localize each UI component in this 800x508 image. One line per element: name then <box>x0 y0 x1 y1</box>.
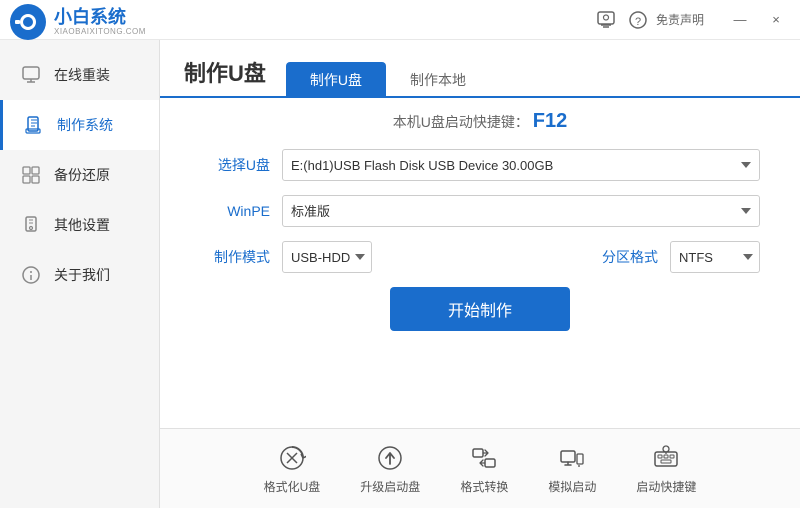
content-area: 制作U盘 制作U盘 制作本地 本机U盘启动快捷键： F12 选择U盘 E:(hd… <box>160 40 800 508</box>
tool-format-convert[interactable]: 格式转换 <box>460 442 508 495</box>
svg-text:?: ? <box>635 16 641 28</box>
sidebar-label-online-reinstall: 在线重装 <box>54 65 110 85</box>
tool-upgrade-boot[interactable]: 升级启动盘 <box>360 442 420 495</box>
format-usb-icon <box>276 442 308 474</box>
tool-format-convert-label: 格式转换 <box>460 478 508 495</box>
make-system-icon <box>23 114 45 136</box>
page-title: 制作U盘 <box>184 56 266 96</box>
tool-format-usb[interactable]: 格式化U盘 <box>264 442 321 495</box>
winpe-select-wrap: 标准版 <box>282 195 760 227</box>
tab-make-local[interactable]: 制作本地 <box>386 62 490 98</box>
title-bar: 小白系统 XIAOBAIXITONG.COM ? 免责声明 — × <box>0 0 800 40</box>
usb-select-wrap: E:(hd1)USB Flash Disk USB Device 30.00GB <box>282 149 760 181</box>
winpe-label: WinPE <box>200 203 270 219</box>
free-disclaimer[interactable]: 免责声明 <box>656 11 704 28</box>
tab-make-usb[interactable]: 制作U盘 <box>286 62 386 98</box>
logo-area: 小白系统 XIAOBAIXITONG.COM <box>10 4 146 40</box>
tool-boot-shortcut-label: 启动快捷键 <box>636 478 696 495</box>
main-layout: 在线重装 制作系统 备份还原 <box>0 40 800 508</box>
page-header: 制作U盘 制作U盘 制作本地 <box>160 40 800 98</box>
help-icon[interactable]: ? <box>624 6 652 34</box>
sidebar-item-other-settings[interactable]: 其他设置 <box>0 200 159 250</box>
tool-simulate-boot[interactable]: 模拟启动 <box>548 442 596 495</box>
sidebar-label-make-system: 制作系统 <box>57 115 113 135</box>
usb-label: 选择U盘 <box>200 155 270 175</box>
about-us-icon <box>20 264 42 286</box>
sidebar-label-about-us: 关于我们 <box>54 265 110 285</box>
online-reinstall-icon <box>20 64 42 86</box>
mode-select[interactable]: USB-HDD <box>282 241 372 273</box>
usb-select-row: 选择U盘 E:(hd1)USB Flash Disk USB Device 30… <box>200 149 760 181</box>
logo-subtitle: XIAOBAIXITONG.COM <box>54 27 146 36</box>
start-button[interactable]: 开始制作 <box>390 287 570 331</box>
shortcut-hint: 本机U盘启动快捷键： F12 <box>200 110 760 133</box>
tool-simulate-boot-label: 模拟启动 <box>548 478 596 495</box>
sidebar-label-other-settings: 其他设置 <box>54 215 110 235</box>
winpe-row: WinPE 标准版 <box>200 195 760 227</box>
partition-label: 分区格式 <box>602 247 658 267</box>
winpe-select[interactable]: 标准版 <box>282 195 760 227</box>
minimize-button[interactable]: — <box>724 6 756 34</box>
tool-format-usb-label: 格式化U盘 <box>264 478 321 495</box>
mode-partition-row: 制作模式 USB-HDD 分区格式 NTFS <box>200 241 760 273</box>
sidebar-label-backup-restore: 备份还原 <box>54 165 110 185</box>
logo-text: 小白系统 XIAOBAIXITONG.COM <box>54 8 146 37</box>
upgrade-boot-icon <box>374 442 406 474</box>
sidebar-item-about-us[interactable]: 关于我们 <box>0 250 159 300</box>
logo-icon <box>10 4 46 40</box>
other-settings-icon <box>20 214 42 236</box>
mode-group: 制作模式 USB-HDD <box>200 241 590 273</box>
logo-title: 小白系统 <box>54 8 146 28</box>
mode-label: 制作模式 <box>200 247 270 267</box>
tabs: 制作U盘 制作本地 <box>286 60 490 96</box>
simulate-boot-icon <box>556 442 588 474</box>
usb-select[interactable]: E:(hd1)USB Flash Disk USB Device 30.00GB <box>282 149 760 181</box>
sidebar-item-online-reinstall[interactable]: 在线重装 <box>0 50 159 100</box>
format-convert-icon <box>468 442 500 474</box>
close-button[interactable]: × <box>760 6 792 34</box>
sidebar: 在线重装 制作系统 备份还原 <box>0 40 160 508</box>
titlebar-actions: ? 免责声明 — × <box>592 6 792 34</box>
partition-group: 分区格式 NTFS <box>602 241 760 273</box>
tool-upgrade-boot-label: 升级启动盘 <box>360 478 420 495</box>
shortcut-key: F12 <box>533 110 567 132</box>
user-icon[interactable] <box>592 6 620 34</box>
shortcut-hint-text: 本机U盘启动快捷键： <box>393 114 529 130</box>
bottom-toolbar: 格式化U盘 升级启动盘 <box>160 428 800 508</box>
form-area: 本机U盘启动快捷键： F12 选择U盘 E:(hd1)USB Flash Dis… <box>160 98 800 428</box>
boot-shortcut-icon <box>650 442 682 474</box>
sidebar-item-make-system[interactable]: 制作系统 <box>0 100 159 150</box>
sidebar-item-backup-restore[interactable]: 备份还原 <box>0 150 159 200</box>
tool-boot-shortcut[interactable]: 启动快捷键 <box>636 442 696 495</box>
partition-select[interactable]: NTFS <box>670 241 760 273</box>
backup-restore-icon <box>20 164 42 186</box>
